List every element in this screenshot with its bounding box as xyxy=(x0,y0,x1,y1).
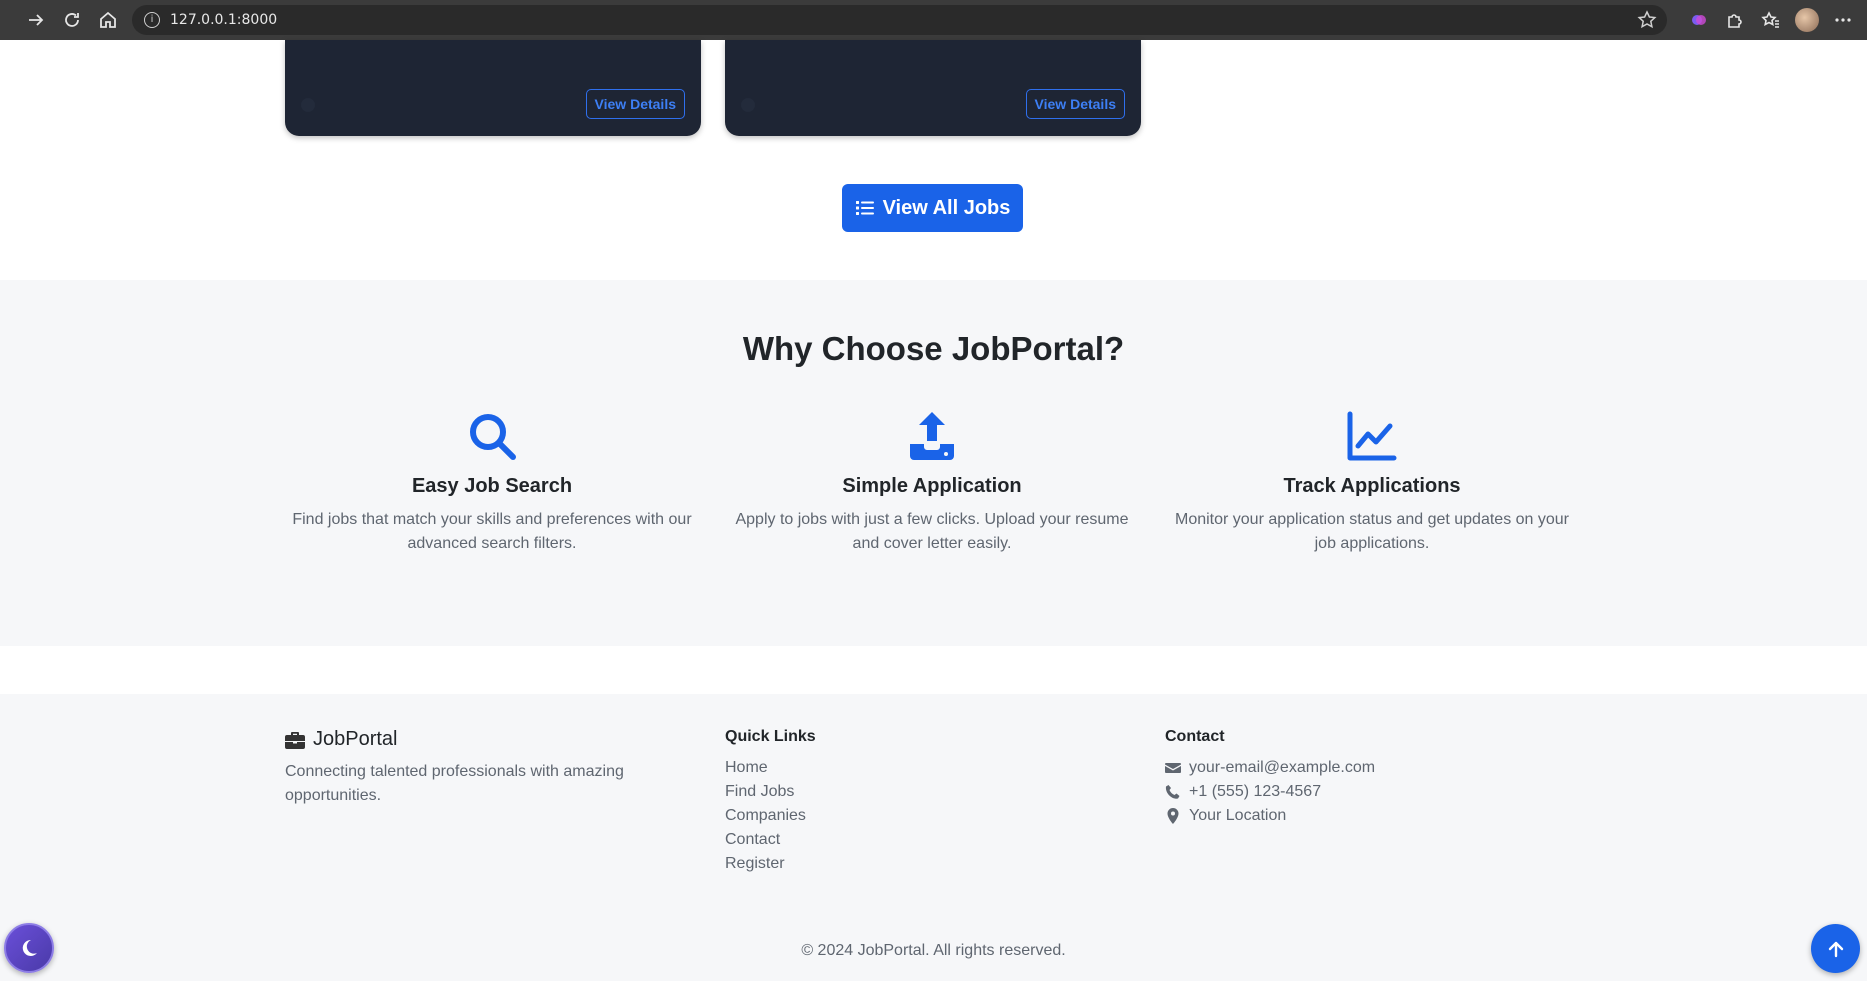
reload-button[interactable] xyxy=(54,0,90,40)
location-text: Your Location xyxy=(1189,807,1287,824)
job-card: View Details xyxy=(725,40,1141,136)
copilot-icon xyxy=(1692,15,1706,25)
forward-button[interactable] xyxy=(18,0,54,40)
feature-title: Easy Job Search xyxy=(411,475,573,497)
footer-link-find-jobs[interactable]: Find Jobs xyxy=(725,780,806,804)
chart-line-icon xyxy=(1347,411,1397,461)
arrow-up-icon xyxy=(1828,941,1843,957)
more-icon xyxy=(1835,18,1851,22)
avatar xyxy=(1795,8,1819,32)
copilot-button[interactable] xyxy=(1681,0,1717,40)
briefcase-icon xyxy=(285,731,305,749)
view-all-jobs-label: View All Jobs xyxy=(882,196,1011,219)
menu-button[interactable] xyxy=(1825,0,1861,40)
company-icon xyxy=(301,98,315,112)
home-icon xyxy=(100,11,116,28)
contact-location: Your Location xyxy=(1165,804,1375,828)
dark-mode-toggle[interactable] xyxy=(4,923,54,973)
upload-icon xyxy=(910,412,954,460)
feature-description: Monitor your application status and get … xyxy=(1174,511,1570,552)
list-icon xyxy=(855,201,874,215)
favorites-button[interactable] xyxy=(1753,0,1789,40)
email-text: your-email@example.com xyxy=(1189,759,1376,776)
footer-link-contact[interactable]: Contact xyxy=(725,828,806,852)
reload-icon xyxy=(65,13,79,27)
view-all-jobs-button[interactable]: View All Jobs xyxy=(842,184,1023,232)
back-to-top-button[interactable] xyxy=(1811,924,1860,973)
feature-simple-application: Simple Application Apply to jobs with ju… xyxy=(722,410,1142,556)
brand-description: Connecting talented professionals with a… xyxy=(285,763,624,804)
star-icon[interactable] xyxy=(1637,10,1657,30)
browser-toolbar: i 127.0.0.1:8000 xyxy=(0,0,1867,40)
footer-brand: JobPortal xyxy=(285,728,398,751)
browser-actions xyxy=(1681,0,1867,40)
contact-info: your-email@example.com +1 (555) 123-4567… xyxy=(1165,756,1375,828)
feature-description: Find jobs that match your skills and pre… xyxy=(292,511,692,552)
feature-title: Simple Application xyxy=(842,475,1022,497)
feature-easy-search: Easy Job Search Find jobs that match you… xyxy=(282,410,702,556)
feature-track-applications: Track Applications Monitor your applicat… xyxy=(1162,410,1582,556)
footer-link-companies[interactable]: Companies xyxy=(725,804,806,828)
home-button[interactable] xyxy=(90,0,126,40)
contact-phone: +1 (555) 123-4567 xyxy=(1165,780,1375,804)
quick-links-title: Quick Links xyxy=(725,728,816,745)
footer-link-register[interactable]: Register xyxy=(725,852,806,876)
address-bar[interactable]: i 127.0.0.1:8000 xyxy=(132,5,1667,35)
puzzle-icon xyxy=(1728,14,1742,28)
company-icon xyxy=(741,98,755,112)
profile-button[interactable] xyxy=(1789,0,1825,40)
site-info-icon[interactable]: i xyxy=(144,12,160,28)
section-title: Why Choose JobPortal? xyxy=(742,330,1125,367)
copyright: © 2024 JobPortal. All rights reserved. xyxy=(801,942,1066,959)
footer: JobPortal Connecting talented profession… xyxy=(0,694,1867,981)
quick-links: Home Find Jobs Companies Contact Registe… xyxy=(725,756,806,876)
phone-icon xyxy=(1165,785,1180,799)
feature-description: Apply to jobs with just a few clicks. Up… xyxy=(735,511,1129,552)
extensions-button[interactable] xyxy=(1717,0,1753,40)
envelope-icon xyxy=(1165,763,1181,773)
view-details-button[interactable]: View Details xyxy=(585,89,685,119)
phone-text: +1 (555) 123-4567 xyxy=(1189,783,1322,800)
map-marker-icon xyxy=(1167,808,1179,824)
brand-name: JobPortal xyxy=(313,728,398,750)
search-icon xyxy=(470,414,516,460)
view-details-button[interactable]: View Details xyxy=(1025,89,1125,119)
contact-title: Contact xyxy=(1165,728,1225,745)
contact-email: your-email@example.com xyxy=(1165,756,1375,780)
url-text: 127.0.0.1:8000 xyxy=(170,12,278,28)
feature-title: Track Applications xyxy=(1283,475,1461,497)
job-card: View Details xyxy=(285,40,701,136)
moon-icon xyxy=(22,939,37,956)
favorites-icon xyxy=(1761,11,1779,28)
why-choose-section: Why Choose JobPortal? Easy Job Search Fi… xyxy=(0,280,1867,646)
footer-link-home[interactable]: Home xyxy=(725,756,806,780)
arrow-right-icon xyxy=(29,14,44,26)
